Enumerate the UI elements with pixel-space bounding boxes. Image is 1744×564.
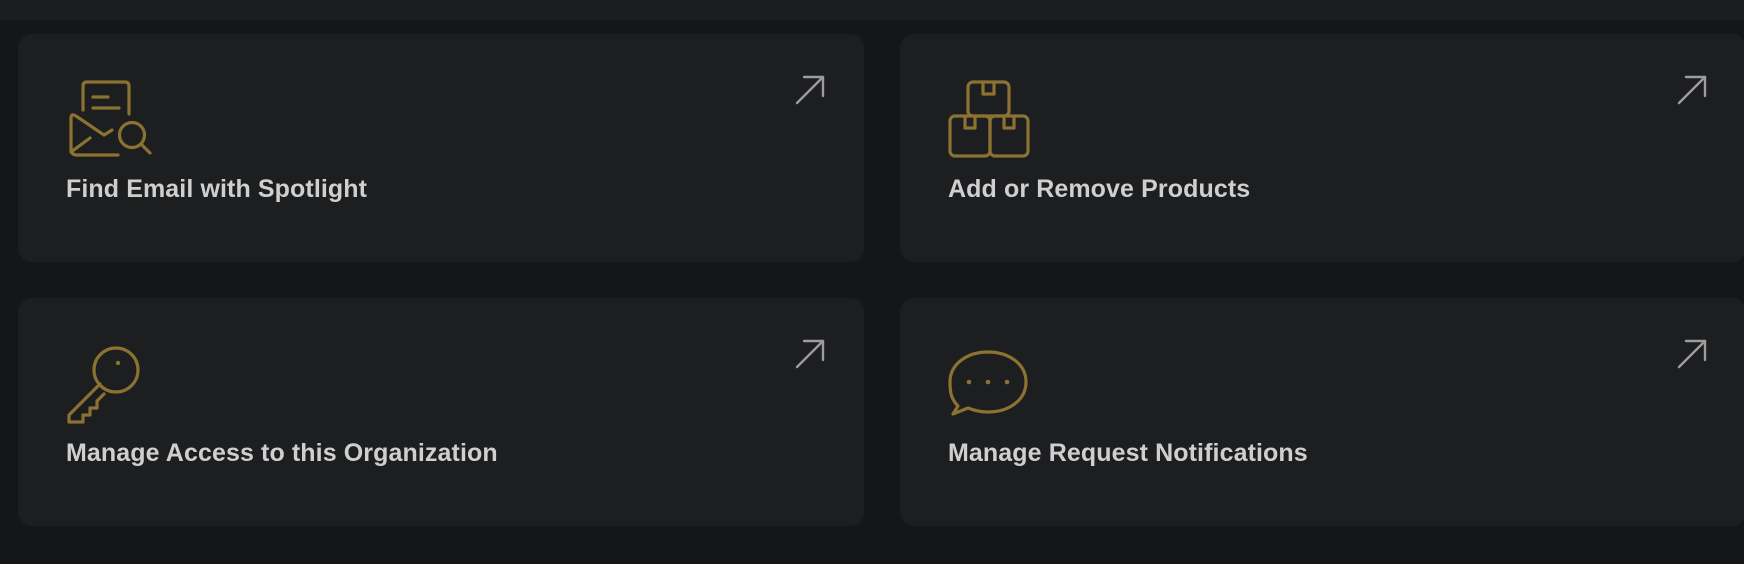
arrow-up-right-icon[interactable] <box>794 338 826 370</box>
card-title: Manage Access to this Organization <box>66 439 498 467</box>
card-add-or-remove-products[interactable]: Add or Remove Products <box>900 34 1744 262</box>
card-title: Manage Request Notifications <box>948 439 1308 467</box>
card-manage-request-notifications[interactable]: Manage Request Notifications <box>900 298 1744 526</box>
card-find-email-with-spotlight[interactable]: Find Email with Spotlight <box>18 34 864 262</box>
card-title: Find Email with Spotlight <box>66 175 368 203</box>
arrow-up-right-icon[interactable] <box>794 74 826 106</box>
chat-bubble-icon <box>948 344 1044 424</box>
arrow-up-right-icon[interactable] <box>1676 74 1708 106</box>
boxes-icon <box>948 80 1044 160</box>
card-title: Add or Remove Products <box>948 175 1251 203</box>
arrow-up-right-icon[interactable] <box>1676 338 1708 370</box>
email-search-icon <box>66 80 162 160</box>
card-manage-access[interactable]: Manage Access to this Organization <box>18 298 864 526</box>
previous-section-strip <box>0 0 1744 20</box>
key-icon <box>66 344 162 424</box>
